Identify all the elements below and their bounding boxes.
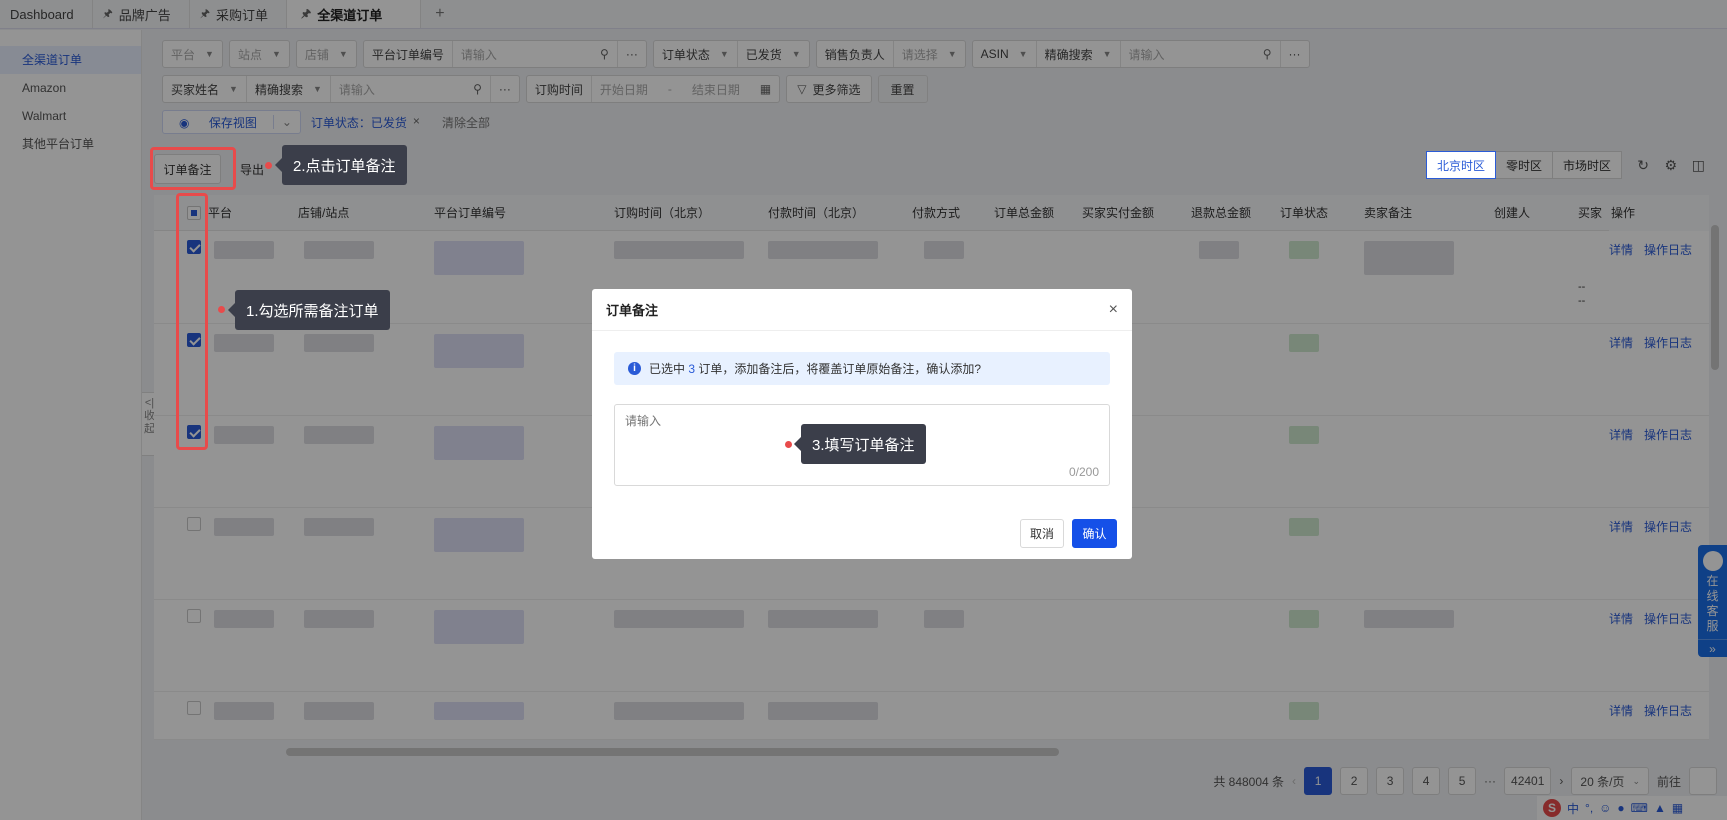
selected-count: 3 <box>688 362 696 376</box>
callout-step-1: 1.勾选所需备注订单 <box>228 290 390 330</box>
annotation-dot <box>785 441 792 448</box>
tz-beijing[interactable]: 北京时区 <box>1425 151 1496 179</box>
annotation-dot <box>218 306 225 313</box>
annotation-dot <box>265 162 272 169</box>
callout-step-2: 2.点击订单备注 <box>275 145 407 185</box>
dialog-header: 订单备注 × <box>592 289 1132 331</box>
alert-prefix: 已选中 <box>649 362 686 376</box>
char-counter: 0/200 <box>1068 465 1099 479</box>
info-alert: i 已选中 3 订单，添加备注后，将覆盖订单原始备注，确认添加? <box>614 352 1110 385</box>
alert-suffix: 订单，添加备注后，将覆盖订单原始备注，确认添加? <box>698 362 982 376</box>
alert-text: 已选中 3 订单，添加备注后，将覆盖订单原始备注，确认添加? <box>649 360 981 377</box>
order-remark-dialog: 订单备注 × i 已选中 3 订单，添加备注后，将覆盖订单原始备注，确认添加? … <box>592 289 1132 559</box>
confirm-button[interactable]: 确认 <box>1072 519 1117 548</box>
close-icon[interactable]: × <box>1109 301 1118 319</box>
callout-step-3: 3.填写订单备注 <box>794 424 926 464</box>
info-icon: i <box>628 362 641 375</box>
dialog-title: 订单备注 <box>606 303 659 318</box>
annotation-box-remark-button <box>150 147 236 190</box>
cancel-button[interactable]: 取消 <box>1020 519 1064 548</box>
annotation-box-checkboxes <box>176 193 208 450</box>
